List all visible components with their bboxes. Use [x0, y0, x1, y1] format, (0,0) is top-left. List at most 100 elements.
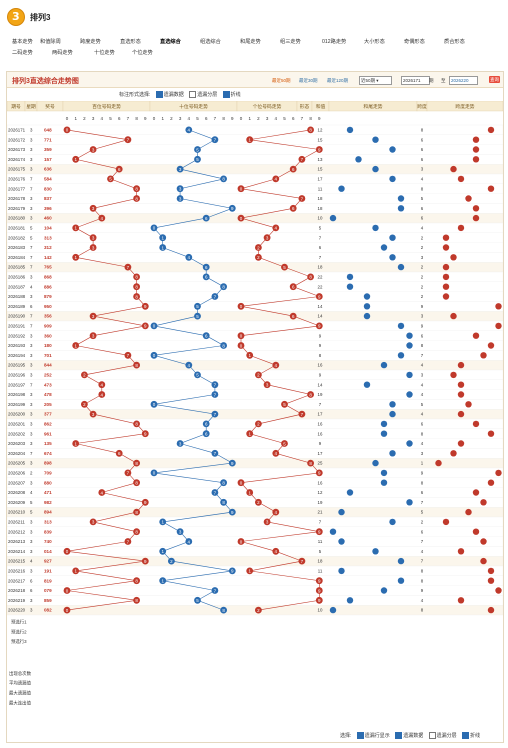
sum-tail-ball — [397, 352, 405, 359]
nav-link-row2-3[interactable]: 十位走势 — [94, 49, 115, 56]
row-prize: 982 — [44, 500, 52, 505]
checkbox-bottom-omit-data[interactable] — [395, 732, 403, 740]
nav-link-7[interactable]: 和尾走势 — [240, 38, 261, 45]
table-row — [7, 428, 503, 439]
row-prize: 636 — [44, 167, 52, 172]
row-prize: 765 — [44, 265, 52, 270]
span-ball — [487, 185, 495, 192]
digit-header: 3 — [92, 116, 95, 121]
query-button[interactable]: 查询 — [489, 76, 500, 83]
trend-nav: 基本走势 和值除周 跨度走势 直选形态 直选综合 组选综合 和尾走势 组三走势 012路走势 大小… — [12, 36, 502, 58]
row-prize: 844 — [44, 363, 52, 368]
nav-link-row2-1[interactable]: 二码走势 — [12, 49, 33, 56]
sum-tail-ball — [363, 293, 371, 300]
span-ball — [457, 361, 465, 369]
row-issue: 2026197 — [8, 382, 26, 387]
sum-tail-ball — [389, 401, 396, 408]
digit-header: 0 — [240, 116, 243, 121]
span-ball — [450, 254, 457, 261]
row-sum: 17 — [318, 177, 323, 182]
span-ball — [457, 440, 465, 447]
nav-link-row2-4[interactable]: 个位走势 — [132, 49, 153, 56]
row-prize: 360 — [44, 333, 52, 338]
row-prize: 880 — [44, 480, 52, 485]
sum-tail-ball — [346, 597, 354, 604]
row-issue: 2026192 — [8, 333, 26, 338]
row-sum: 15 — [318, 167, 323, 172]
checkbox-polyline[interactable] — [222, 91, 230, 99]
nav-link-12[interactable]: 质合形态 — [444, 38, 465, 45]
digit-header: 2 — [170, 116, 173, 121]
span-ball — [442, 293, 450, 300]
digit-header: 8 — [135, 116, 138, 121]
row-issue: 2026204 — [8, 451, 26, 456]
span-ball — [487, 342, 495, 349]
header-sum: 和值 — [316, 103, 326, 110]
stat-label: 最大遗漏值 — [9, 690, 32, 697]
checkbox-show-omit-row[interactable] — [356, 732, 364, 740]
checkbox-omit-data[interactable] — [155, 91, 163, 99]
sum-tail-ball — [380, 244, 388, 251]
row-issue: 2026175 — [8, 167, 26, 172]
period-select[interactable]: 近50期 ▾ — [359, 76, 392, 85]
table-row — [7, 536, 503, 547]
digit-header: 0 — [153, 116, 156, 121]
filter-recent-50[interactable]: 最近50期 — [272, 78, 291, 84]
row-sum: 13 — [318, 157, 323, 162]
digit-header: 7 — [301, 116, 304, 121]
checkbox-omit-layer[interactable] — [189, 91, 197, 99]
filter-recent-30[interactable]: 最近30期 — [299, 78, 318, 84]
nav-link-row2-2[interactable]: 两码走势 — [52, 49, 73, 56]
row-prize: 082 — [44, 608, 52, 613]
row-sum: 17 — [318, 412, 323, 417]
row-sum: 10 — [318, 608, 323, 613]
header-issue: 期号 — [11, 104, 21, 110]
row-prize: 104 — [44, 226, 52, 231]
trend-table: 期号 星期 奖号 百位号码走势 十位号码走势 个位号码走势 形态 和值 和尾走势 跨度 跨度走势0 1… — [7, 101, 503, 706]
table-row — [7, 291, 503, 302]
span-ball — [472, 420, 480, 428]
nav-link-3[interactable]: 跨度走势 — [80, 38, 101, 45]
row-prize: 709 — [44, 471, 52, 476]
row-issue: 2026202 — [8, 431, 26, 436]
row-sum: 16 — [318, 480, 323, 485]
checkbox-bottom-polyline[interactable] — [462, 732, 469, 740]
span-ball — [472, 332, 480, 339]
row-issue: 2026219 — [8, 598, 26, 603]
table-row — [7, 546, 503, 557]
bottom-label: 选择: — [340, 733, 352, 739]
nav-link-4[interactable]: 直选形态 — [120, 38, 141, 45]
checkbox-bottom-omit-layer[interactable] — [428, 732, 436, 740]
row-sum: 12 — [318, 490, 323, 495]
span-ball — [487, 479, 495, 486]
nav-link-2[interactable]: 和值除周 — [40, 38, 61, 45]
table-row — [7, 507, 503, 518]
span-ball — [495, 303, 502, 310]
nav-link-11[interactable]: 奇偶形态 — [404, 38, 425, 45]
row-prize: 191 — [44, 569, 52, 574]
row-sum: 21 — [318, 510, 323, 515]
span-ball — [472, 146, 480, 153]
nav-link-6[interactable]: 组选综合 — [200, 38, 221, 45]
nav-link-8[interactable]: 组三走势 — [280, 38, 301, 45]
from-issue-input[interactable]: 2026171 — [401, 76, 430, 85]
nav-link-5[interactable]: 直选综合 — [160, 38, 181, 45]
nav-link-10[interactable]: 大小形态 — [364, 38, 385, 45]
span-ball — [450, 312, 457, 320]
sum-tail-ball — [406, 342, 413, 349]
filter-recent-120[interactable]: 最近120期 — [327, 78, 348, 84]
row-issue: 2026201 — [8, 422, 26, 427]
span-ball — [472, 205, 480, 212]
row-issue: 2026174 — [8, 157, 26, 162]
sum-tail-ball — [372, 136, 379, 143]
span-ball — [457, 597, 465, 604]
row-issue: 2026206 — [8, 471, 26, 476]
nav-link-1[interactable]: 基本走势 — [12, 38, 33, 45]
digit-header: 8 — [222, 116, 225, 121]
sum-tail-ball — [397, 557, 405, 565]
to-issue-input[interactable]: 2026220 — [449, 76, 478, 85]
header-tens: 十位号码走势 — [179, 103, 208, 110]
nav-link-9[interactable]: 012路走势 — [322, 38, 346, 45]
table-row — [7, 144, 503, 155]
header-ones: 个位号码走势 — [253, 103, 282, 110]
